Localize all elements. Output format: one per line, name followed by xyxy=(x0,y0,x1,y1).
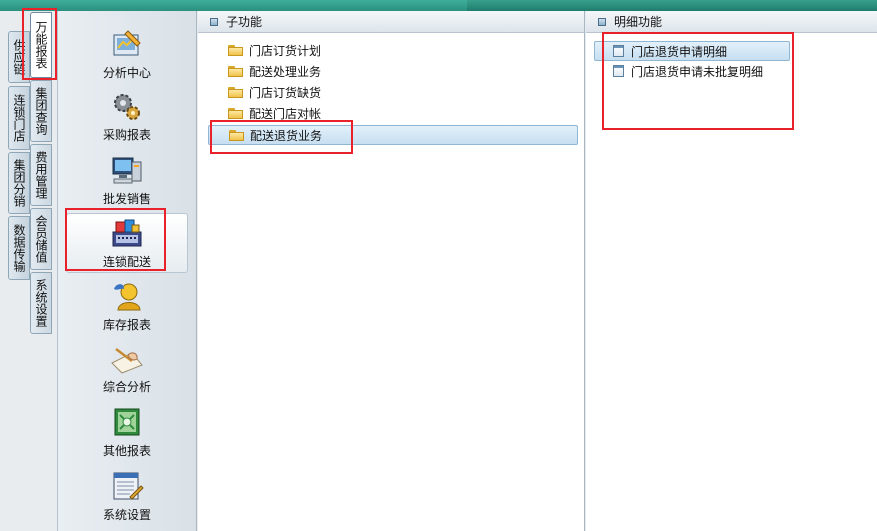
vtab-member-deposit[interactable]: 会员储值 xyxy=(30,208,52,270)
detail-function-item[interactable]: 门店退货申请未批复明细 xyxy=(613,62,763,82)
sub-function-item[interactable]: 门店订货缺货 xyxy=(228,83,321,103)
module-label: 其他报表 xyxy=(102,444,151,458)
header-bullet-icon xyxy=(210,18,218,26)
detail-function-header: 明细功能 xyxy=(586,11,877,33)
header-bullet-icon xyxy=(598,18,606,26)
module-analysis-center[interactable]: 分析中心 xyxy=(66,25,188,85)
sub-function-panel: 子功能 门店订货计划 配送处理业务 门店订货缺货 配送门店对帐 配送退货业务 xyxy=(198,11,585,531)
folder-icon xyxy=(228,66,243,77)
module-label: 系统设置 xyxy=(102,508,151,522)
module-inventory-report[interactable]: 库存报表 xyxy=(66,277,188,337)
cash-register-icon xyxy=(112,219,142,247)
vtab-data-transfer[interactable]: 数据传输 xyxy=(8,216,30,280)
module-chain-distribution[interactable]: 连锁配送 xyxy=(66,213,188,273)
detail-function-panel: 明细功能 门店退货申请明细 门店退货申请未批复明细 xyxy=(586,11,877,531)
vtab-group-query[interactable]: 集团查询 xyxy=(30,80,52,142)
module-system-settings[interactable]: 系统设置 xyxy=(66,467,188,527)
module-label: 库存报表 xyxy=(102,318,151,332)
gears-icon xyxy=(114,94,140,120)
analysis-icon xyxy=(113,30,141,56)
module-label: 综合分析 xyxy=(102,380,151,394)
sub-function-item[interactable]: 配送门店对帐 xyxy=(228,104,321,124)
detail-function-title: 明细功能 xyxy=(614,15,663,29)
top-title-bar-right xyxy=(467,0,877,11)
sub-function-title: 子功能 xyxy=(226,15,263,29)
module-label: 分析中心 xyxy=(102,66,151,80)
module-wholesale-sales[interactable]: 批发销售 xyxy=(66,151,188,211)
folder-icon xyxy=(228,108,243,119)
settings-form-icon xyxy=(113,472,144,500)
module-label: 连锁配送 xyxy=(102,255,151,269)
folder-icon xyxy=(228,87,243,98)
module-purchase-report[interactable]: 采购报表 xyxy=(66,87,188,147)
sub-function-item[interactable]: 门店订货计划 xyxy=(228,41,321,61)
module-comprehensive-analysis[interactable]: 综合分析 xyxy=(66,339,188,399)
vtab-universal-report[interactable]: 万能报表 xyxy=(30,12,52,78)
vtab-supply-chain[interactable]: 供应链 xyxy=(8,31,30,83)
vtab-chain-store[interactable]: 连锁门店 xyxy=(8,86,30,150)
computer-icon xyxy=(112,157,142,184)
sub-function-header: 子功能 xyxy=(198,11,584,33)
document-icon xyxy=(613,65,624,77)
money-icon xyxy=(114,408,140,436)
document-icon xyxy=(613,45,624,57)
vtab-group-distribution[interactable]: 集团分销 xyxy=(8,152,30,214)
vtab-expense-management[interactable]: 费用管理 xyxy=(30,144,52,206)
vtab-system-settings[interactable]: 系统设置 xyxy=(30,272,52,334)
open-folder-icon xyxy=(229,130,244,141)
hand-writing-icon xyxy=(111,348,143,374)
module-icon-sidebar: 分析中心 采购报表 批发销售 连锁配送 库存报表 综合分析 其他报表 系统设置 xyxy=(57,11,197,531)
module-other-reports[interactable]: 其他报表 xyxy=(66,403,188,463)
sub-function-item-selected[interactable]: 配送退货业务 xyxy=(208,125,578,145)
detail-function-item-selected[interactable]: 门店退货申请明细 xyxy=(594,41,790,61)
folder-icon xyxy=(228,45,243,56)
module-label: 批发销售 xyxy=(102,192,151,206)
user-icon xyxy=(114,283,141,311)
module-label: 采购报表 xyxy=(102,128,151,142)
sub-function-item[interactable]: 配送处理业务 xyxy=(228,62,321,82)
top-title-bar xyxy=(0,0,877,11)
